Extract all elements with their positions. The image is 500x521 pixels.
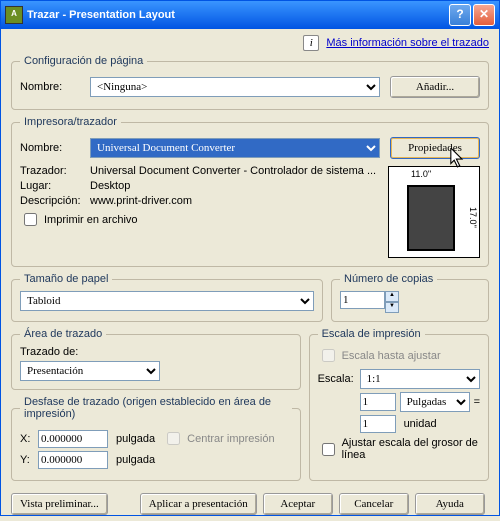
trazado-label: Trazado de: <box>20 346 292 358</box>
page-name-select[interactable]: <Ninguna> <box>90 77 380 97</box>
center-checkbox <box>167 432 180 445</box>
fit-label: Escala hasta ajustar <box>342 350 441 362</box>
printer-nombre-label: Nombre: <box>20 142 90 154</box>
paper-size-select[interactable]: Tabloid <box>20 291 314 311</box>
cancel-button[interactable]: Cancelar <box>339 493 409 515</box>
lineweight-label: Ajustar escala del grosor de línea <box>342 437 480 461</box>
info-link-row: i Más información sobre el trazado <box>11 35 489 51</box>
preview-height: 17.0'' <box>468 207 478 228</box>
printer-group: Impresora/trazador Nombre: Universal Doc… <box>11 116 489 267</box>
y-input[interactable] <box>38 451 108 469</box>
properties-button[interactable]: Propiedades <box>390 137 480 159</box>
scale-group: Escala de impresión Escala hasta ajustar… <box>309 328 489 481</box>
copies-spinner[interactable]: ▲▼ <box>385 291 399 313</box>
preview-button[interactable]: Vista preliminar... <box>11 493 108 515</box>
unit2-label: unidad <box>404 418 437 430</box>
lugar-value: Desktop <box>90 180 130 192</box>
scale-n1[interactable] <box>360 393 396 411</box>
close-button[interactable]: ✕ <box>473 4 495 26</box>
desc-label: Descripción: <box>20 195 90 207</box>
copies-legend: Número de copias <box>340 273 437 285</box>
area-legend: Área de trazado <box>20 328 106 340</box>
nombre-label: Nombre: <box>20 81 90 93</box>
page-config-group: Configuración de página Nombre: <Ninguna… <box>11 55 489 110</box>
x-input[interactable] <box>38 430 108 448</box>
paper-legend: Tamaño de papel <box>20 273 112 285</box>
title-bar: A Trazar - Presentation Layout ? ✕ <box>1 1 499 29</box>
paper-preview: 11.0'' 17.0'' <box>388 166 480 258</box>
unit1-select[interactable]: Pulgadas <box>400 392 470 412</box>
preview-width: 11.0'' <box>411 169 431 179</box>
y-unit: pulgada <box>116 454 155 466</box>
fit-checkbox <box>322 349 335 362</box>
help-button[interactable]: ? <box>449 4 471 26</box>
window-title: Trazar - Presentation Layout <box>27 9 447 21</box>
print-to-file-label: Imprimir en archivo <box>44 214 138 226</box>
lugar-label: Lugar: <box>20 180 90 192</box>
page-config-legend: Configuración de página <box>20 55 147 67</box>
print-to-file-checkbox[interactable] <box>24 213 37 226</box>
apply-button[interactable]: Aplicar a presentación <box>140 493 257 515</box>
copies-group: Número de copias ▲▼ <box>331 273 489 322</box>
desc-value: www.print-driver.com <box>90 195 192 207</box>
printer-legend: Impresora/trazador <box>20 116 121 128</box>
scale-n2[interactable] <box>360 415 396 433</box>
preview-page <box>407 185 455 251</box>
scale-select[interactable]: 1:1 <box>360 369 480 389</box>
escala-label: Escala: <box>318 373 360 385</box>
offset-legend: Desfase de trazado (origen establecido e… <box>20 396 292 420</box>
plot-area-select[interactable]: Presentación <box>20 361 160 381</box>
info-icon: i <box>303 35 319 51</box>
offset-group: Desfase de trazado (origen establecido e… <box>11 396 301 481</box>
copies-input[interactable] <box>340 291 385 309</box>
x-label: X: <box>20 433 38 445</box>
paper-size-group: Tamaño de papel Tabloid <box>11 273 323 322</box>
trazador-label: Trazador: <box>20 165 90 177</box>
add-button[interactable]: Añadir... <box>390 76 480 98</box>
printer-select[interactable]: Universal Document Converter <box>90 138 380 158</box>
lineweight-checkbox[interactable] <box>322 443 335 456</box>
trazador-value: Universal Document Converter - Controlad… <box>90 165 376 177</box>
app-icon: A <box>5 6 23 24</box>
scale-legend: Escala de impresión <box>318 328 425 340</box>
plot-area-group: Área de trazado Trazado de: Presentación <box>11 328 301 390</box>
center-label: Centrar impresión <box>187 433 274 445</box>
more-info-link[interactable]: Más información sobre el trazado <box>326 37 489 49</box>
ok-button[interactable]: Aceptar <box>263 493 333 515</box>
y-label: Y: <box>20 454 38 466</box>
x-unit: pulgada <box>116 433 155 445</box>
help-button[interactable]: Ayuda <box>415 493 485 515</box>
